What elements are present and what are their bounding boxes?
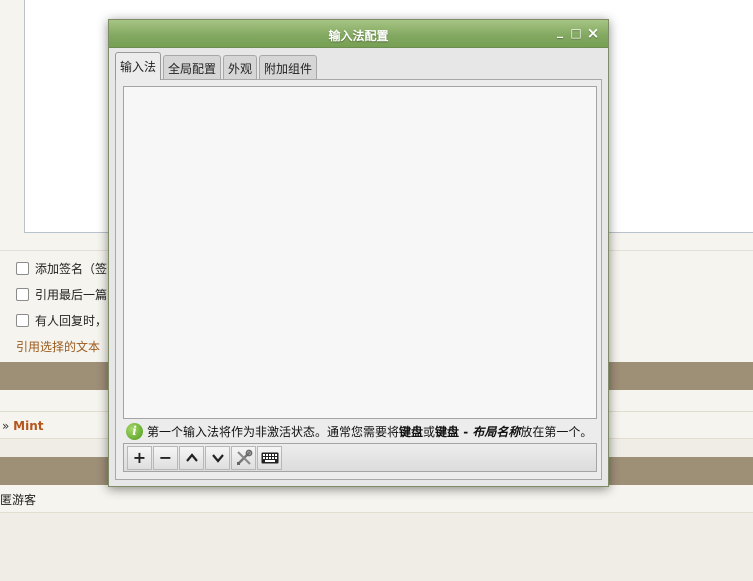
info-text-2: 或	[423, 424, 436, 439]
breadcrumb-link-mint[interactable]: Mint	[13, 419, 43, 433]
tab-global-config[interactable]: 全局配置	[163, 55, 222, 80]
input-method-list[interactable]	[123, 86, 597, 419]
option-label: 引用最后一篇	[35, 288, 108, 302]
info-text: 第一个输入法将作为非激活状态。通常您需要将键盘或键盘 - 布局名称放在第一个。	[147, 423, 592, 440]
move-down-button[interactable]	[205, 445, 230, 470]
info-italic-layout-name: 布局名称	[472, 424, 521, 439]
info-bold-keyboard: 键盘	[399, 424, 424, 439]
info-bold-keyboard-dash: 键盘 -	[435, 424, 473, 439]
tab-addons[interactable]: 附加组件	[259, 55, 318, 80]
configure-button[interactable]	[231, 445, 256, 470]
breadcrumb: » Mint	[2, 419, 44, 433]
option-label: 添加签名（签	[35, 262, 108, 276]
option-notify-reply[interactable]: 有人回复时，	[16, 312, 107, 329]
tab-appearance[interactable]: 外观	[223, 55, 258, 80]
checkbox[interactable]	[16, 262, 29, 275]
tools-icon	[236, 449, 252, 465]
im-config-window: 输入法配置 _ □ × 输入法 全局配置 外观 附加组件 i 第一个输入法将作为…	[108, 19, 609, 487]
info-message: i 第一个输入法将作为非激活状态。通常您需要将键盘或键盘 - 布局名称放在第一个…	[123, 419, 597, 443]
tab-input-method[interactable]: 输入法	[115, 52, 162, 80]
tab-panel: i 第一个输入法将作为非激活状态。通常您需要将键盘或键盘 - 布局名称放在第一个…	[115, 79, 602, 480]
list-toolbar: + −	[123, 443, 597, 472]
remove-button[interactable]: −	[153, 445, 178, 470]
add-button[interactable]: +	[127, 445, 152, 470]
keyboard-layout-button[interactable]	[257, 445, 282, 470]
window-title: 输入法配置	[328, 29, 389, 43]
chevron-up-icon	[185, 452, 198, 462]
quote-selected-link[interactable]: 引用选择的文本	[16, 338, 100, 355]
keyboard-icon	[261, 452, 278, 463]
guest-label: 匿游客	[0, 493, 37, 507]
option-add-signature[interactable]: 添加签名（签	[16, 260, 107, 277]
info-text-3: 放在第一个。	[520, 424, 593, 439]
close-icon[interactable]: ×	[586, 26, 600, 41]
add-icon: +	[132, 448, 147, 467]
chevron-down-icon	[211, 453, 224, 463]
info-icon: i	[126, 422, 143, 440]
remove-icon: −	[158, 448, 173, 467]
tab-bar: 输入法 全局配置 外观 附加组件	[115, 52, 318, 80]
option-label: 有人回复时，	[35, 314, 108, 328]
window-titlebar[interactable]: 输入法配置 _ □ ×	[109, 20, 608, 48]
minimize-icon[interactable]: _	[553, 24, 567, 38]
info-text-1: 第一个输入法将作为非激活状态。通常您需要将	[147, 424, 400, 439]
checkbox[interactable]	[16, 314, 29, 327]
maximize-icon[interactable]: □	[569, 26, 583, 40]
move-up-button[interactable]	[179, 445, 204, 470]
checkbox[interactable]	[16, 288, 29, 301]
breadcrumb-separator: »	[2, 419, 10, 433]
option-quote-last[interactable]: 引用最后一篇	[16, 286, 107, 303]
guest-row	[0, 485, 753, 513]
